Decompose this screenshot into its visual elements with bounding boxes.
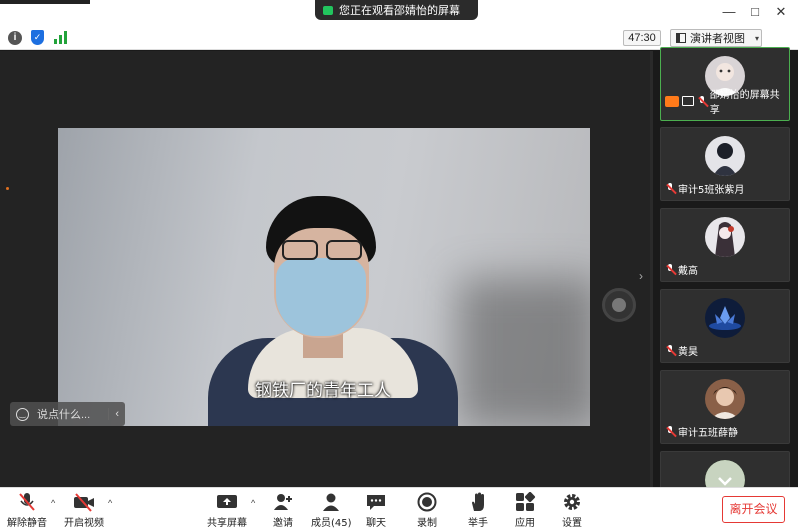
gear-icon	[561, 492, 583, 512]
apps-grid-icon	[514, 491, 536, 512]
background-shadow	[458, 278, 590, 426]
invite-label: 邀请	[273, 518, 293, 529]
unmute-label: 解除静音	[7, 518, 47, 529]
hand-icon	[467, 492, 489, 512]
main-video-stage: 钢铁厂的青年工人 ‿ 说点什么... ‹ ›	[0, 51, 650, 487]
view-mode-label: 演讲者视图	[690, 33, 745, 45]
minimize-button[interactable]: —	[718, 4, 740, 19]
video-off-icon	[73, 492, 95, 512]
participant-tile[interactable]	[660, 451, 790, 500]
video-options-caret-icon[interactable]: ^	[108, 498, 112, 508]
speaker-view-icon	[676, 33, 686, 43]
leave-meeting-button[interactable]: 离开会议	[722, 496, 785, 523]
maximize-button[interactable]: □	[744, 4, 766, 19]
close-button[interactable]: ✕	[770, 4, 792, 20]
chat-bubble-icon	[365, 492, 387, 512]
participant-label: 黄昊	[665, 343, 698, 358]
participant-tile[interactable]: 审计5班张紫月	[660, 127, 790, 201]
participant-name: 黄昊	[678, 347, 698, 358]
audio-options-caret-icon[interactable]: ^	[51, 498, 55, 508]
avatar	[705, 217, 745, 257]
title-strip-dark	[0, 0, 90, 4]
glasses	[278, 240, 364, 260]
avatar	[705, 298, 745, 338]
mic-muted-icon	[697, 95, 707, 107]
start-video-label: 开启视频	[64, 518, 104, 529]
viewing-screen-banner[interactable]: 您正在观看邵婧怡的屏幕	[315, 0, 478, 20]
record-label: 录制	[417, 518, 437, 529]
quick-chat-input[interactable]: ‿ 说点什么... ‹	[10, 402, 125, 426]
participant-name: 戴高	[678, 266, 698, 277]
invite-user-icon	[272, 492, 294, 512]
window-titlebar: 您正在观看邵婧怡的屏幕 — □ ✕	[0, 0, 798, 25]
chevron-down-icon: ▾	[755, 33, 760, 43]
collapse-chat-icon[interactable]: ‹	[108, 408, 119, 420]
share-screen-label: 共享屏幕	[207, 518, 247, 529]
participant-label: 邵婧怡的屏幕共享	[665, 86, 789, 116]
participant-tile[interactable]: 戴高	[660, 208, 790, 282]
avatar	[705, 136, 745, 176]
apps-label: 应用	[515, 518, 535, 529]
settings-button[interactable]: 设置	[561, 492, 583, 529]
participant-name: 审计5班张紫月	[678, 185, 745, 196]
invite-button[interactable]: 邀请	[272, 492, 294, 529]
members-label: 成员(45)	[311, 518, 352, 529]
start-video-button[interactable]: 开启视频	[64, 492, 104, 529]
settings-label: 设置	[562, 518, 582, 529]
mic-muted-icon	[665, 183, 675, 194]
participant-label: 戴高	[665, 262, 698, 277]
meeting-toolbar: 解除静音 ^ 开启视频 ^ 共享屏幕 ^ 邀请 成员(45) 聊天 录制 举手 …	[0, 487, 798, 530]
live-subtitle: 钢铁厂的青年工人	[255, 381, 391, 401]
chat-label: 聊天	[366, 518, 386, 529]
record-button[interactable]: 录制	[416, 492, 438, 529]
raise-hand-label: 举手	[468, 518, 488, 529]
view-mode-button[interactable]: 演讲者视图 ▾	[670, 29, 762, 47]
participant-name: 审计五班薛静	[678, 428, 738, 439]
chat-button[interactable]: 聊天	[365, 492, 387, 529]
members-button[interactable]: 成员(45)	[311, 492, 352, 529]
share-badge-icon	[665, 95, 679, 107]
status-dot	[6, 187, 9, 190]
participant-tile[interactable]: 黄昊	[660, 289, 790, 363]
avatar	[705, 379, 745, 419]
meeting-timer: 47:30	[623, 30, 661, 46]
chevron-right-icon[interactable]: ›	[639, 269, 643, 283]
mic-muted-icon	[665, 345, 675, 356]
face-mask	[276, 258, 366, 336]
participant-tile[interactable]: 邵婧怡的屏幕共享	[660, 47, 790, 121]
security-shield-icon[interactable]: ✓	[31, 30, 44, 45]
share-screen-icon	[216, 492, 238, 512]
mic-muted-icon	[665, 426, 675, 437]
screen-icon	[681, 96, 694, 106]
apps-button[interactable]: 应用	[514, 491, 536, 529]
network-signal-icon[interactable]	[54, 31, 68, 44]
participant-label: 审计5班张紫月	[665, 181, 744, 196]
mic-off-icon	[16, 492, 38, 512]
viewing-screen-text: 您正在观看邵婧怡的屏幕	[339, 5, 460, 17]
unmute-button[interactable]: 解除静音	[7, 492, 47, 529]
participant-name: 邵婧怡的屏幕共享	[709, 90, 780, 116]
record-icon	[416, 492, 438, 512]
share-options-caret-icon[interactable]: ^	[251, 498, 255, 508]
quick-chat-placeholder: 说点什么...	[37, 409, 91, 421]
mic-muted-icon	[665, 264, 675, 275]
participant-label: 审计五班薛静	[665, 424, 738, 439]
share-screen-button[interactable]: 共享屏幕	[207, 492, 247, 529]
participant-tile[interactable]: 审计五班薛静	[660, 370, 790, 444]
floating-action-button[interactable]	[602, 288, 636, 322]
raise-hand-button[interactable]: 举手	[467, 492, 489, 529]
info-icon[interactable]: i	[8, 31, 22, 45]
members-icon	[320, 492, 342, 512]
screen-share-icon	[323, 5, 333, 15]
emoji-icon[interactable]: ‿	[16, 407, 29, 421]
participant-gallery: 邵婧怡的屏幕共享 审计5班张紫月 戴高 黄昊 审计五班薛静	[650, 47, 798, 500]
